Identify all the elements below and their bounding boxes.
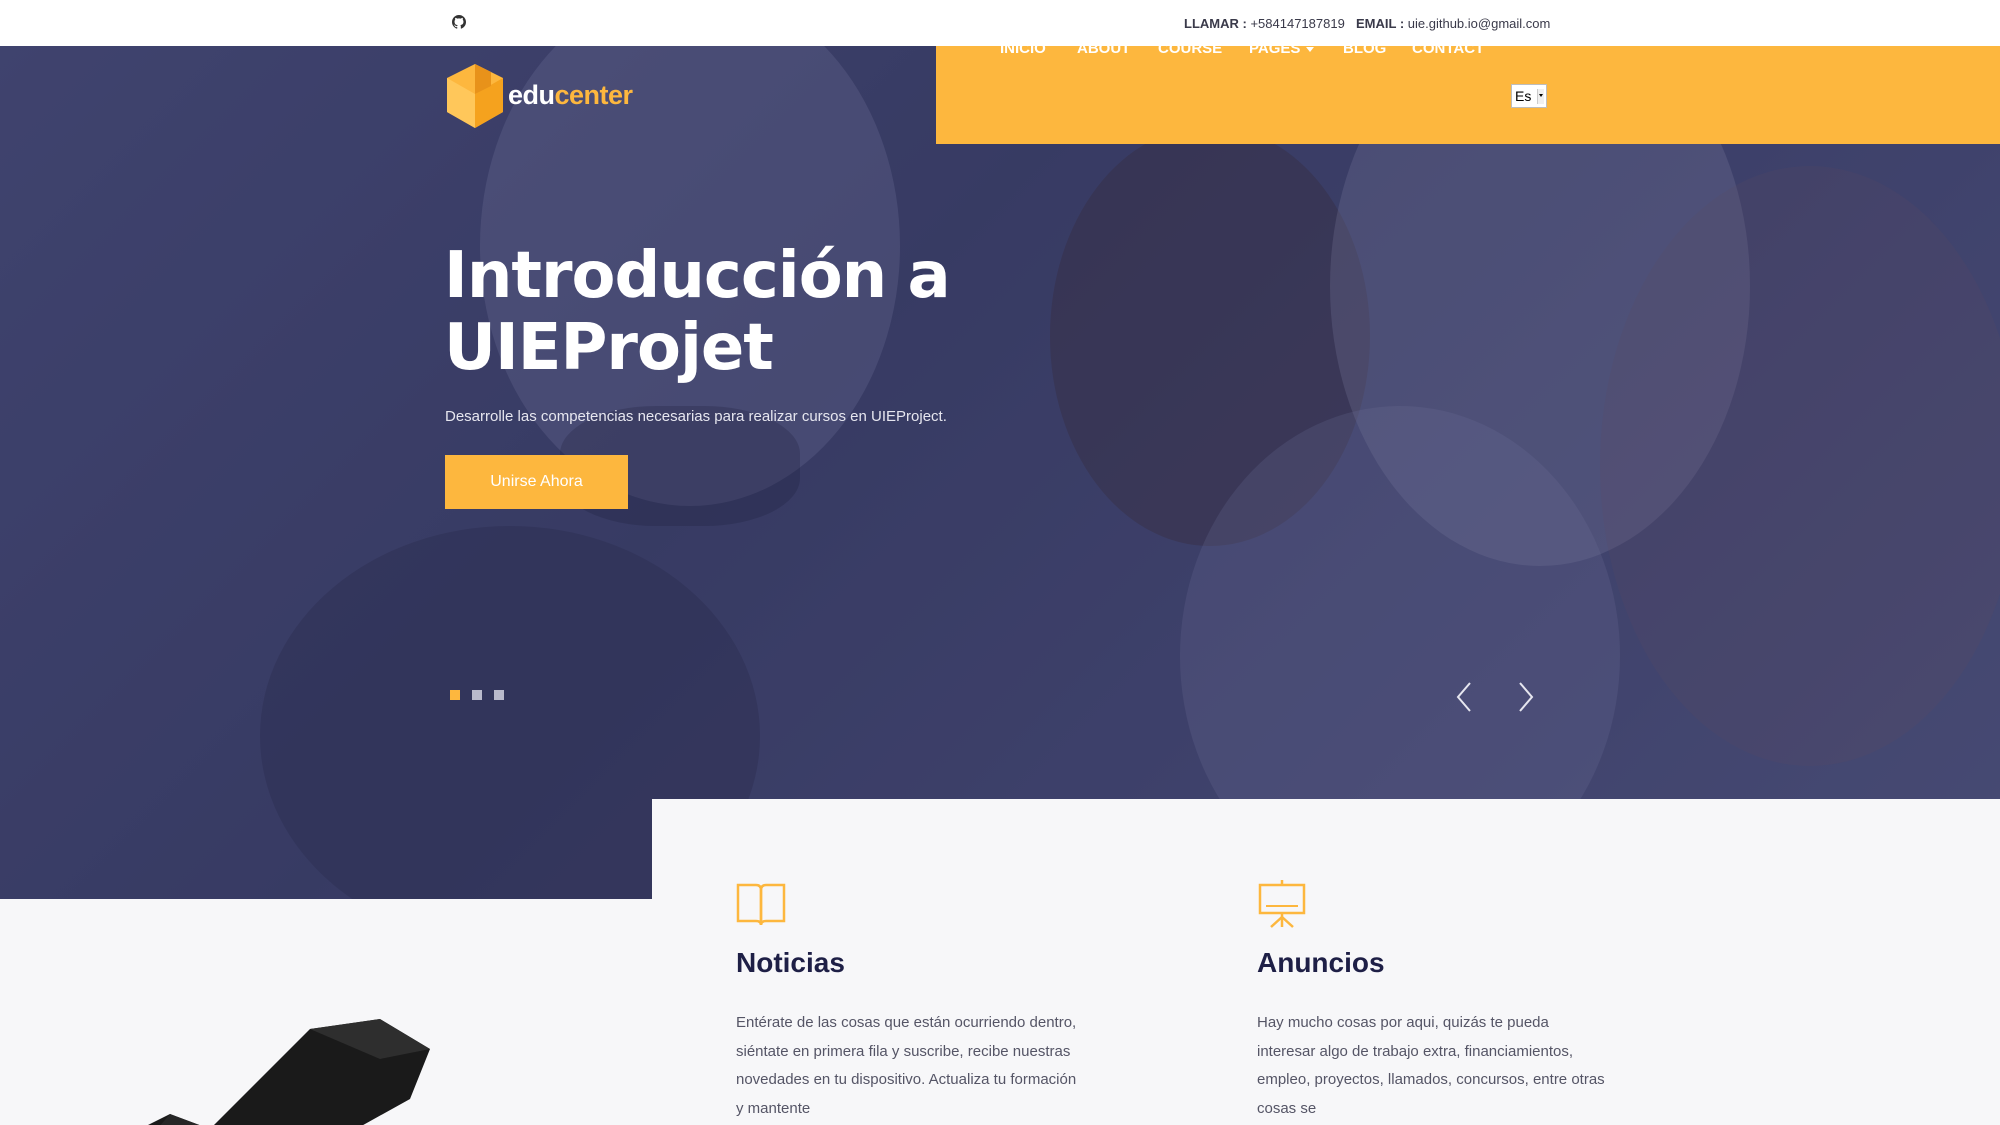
logo-wordmark: educenter <box>508 80 633 111</box>
language-selected: Es <box>1515 88 1532 104</box>
hero-title-line2: UIEProjet <box>444 311 774 385</box>
feature-text: Hay mucho cosas por aqui, quizás te pued… <box>1257 1014 1605 1117</box>
phone-label: LLAMAR : <box>1184 16 1247 31</box>
graduation-image-area <box>0 899 652 1125</box>
book-open-icon <box>736 883 786 926</box>
chevron-down-icon <box>1306 46 1315 52</box>
logo-text-center: center <box>554 80 634 110</box>
hero-slider <box>0 46 2000 899</box>
features-section: Noticias Entérate de las cosas que están… <box>652 799 2000 1125</box>
nav-item-pages-label: PAGES <box>1249 40 1301 57</box>
nav-item-pages[interactable]: PAGES <box>1249 40 1315 57</box>
feature-title: Anuncios <box>1257 947 1385 978</box>
feature-title: Noticias <box>736 947 845 978</box>
email-label: EMAIL : <box>1356 16 1405 31</box>
main-navbar <box>936 46 2000 144</box>
join-now-button[interactable]: Unirse Ahora <box>445 455 628 509</box>
nav-item-about[interactable]: ABOUT <box>1077 40 1130 57</box>
slider-prev-arrow-icon[interactable] <box>1450 680 1480 714</box>
graduation-cap-icon <box>148 1019 430 1125</box>
hero-subtitle: Desarrolle las competencias necesarias p… <box>445 408 947 425</box>
slider-next-arrow-icon[interactable] <box>1510 680 1540 714</box>
nav-item-blog[interactable]: BLOG <box>1343 40 1386 57</box>
hero-overlay <box>0 46 2000 899</box>
hero-title-line1: Introducción a <box>444 239 951 313</box>
slider-dot[interactable] <box>494 690 504 700</box>
logo-text-edu: edu <box>508 80 555 110</box>
github-icon[interactable] <box>452 15 466 29</box>
phone-value[interactable]: +584147187819 <box>1250 16 1344 31</box>
nav-item-inicio[interactable]: INICIO <box>1000 40 1046 57</box>
feature-text: Entérate de las cosas que están ocurrien… <box>736 1014 1077 1117</box>
presentation-board-icon <box>1258 880 1306 928</box>
site-logo[interactable]: educenter <box>445 62 655 132</box>
email-value[interactable]: uie.github.io@gmail.com <box>1408 16 1551 31</box>
nav-item-contact[interactable]: CONTACT <box>1412 40 1484 57</box>
slider-dot[interactable] <box>472 690 482 700</box>
nav-item-course[interactable]: COURSE <box>1158 40 1222 57</box>
phone-contact: LLAMAR : +584147187819 <box>1184 16 1345 31</box>
language-select[interactable]: Es <box>1511 84 1547 108</box>
select-arrow-icon <box>1537 89 1544 104</box>
slider-dot[interactable] <box>450 690 460 700</box>
cube-logo-icon <box>447 64 503 128</box>
email-contact: EMAIL : uie.github.io@gmail.com <box>1356 16 1550 31</box>
hero-title: Introducción a UIEProjet <box>444 240 1144 384</box>
